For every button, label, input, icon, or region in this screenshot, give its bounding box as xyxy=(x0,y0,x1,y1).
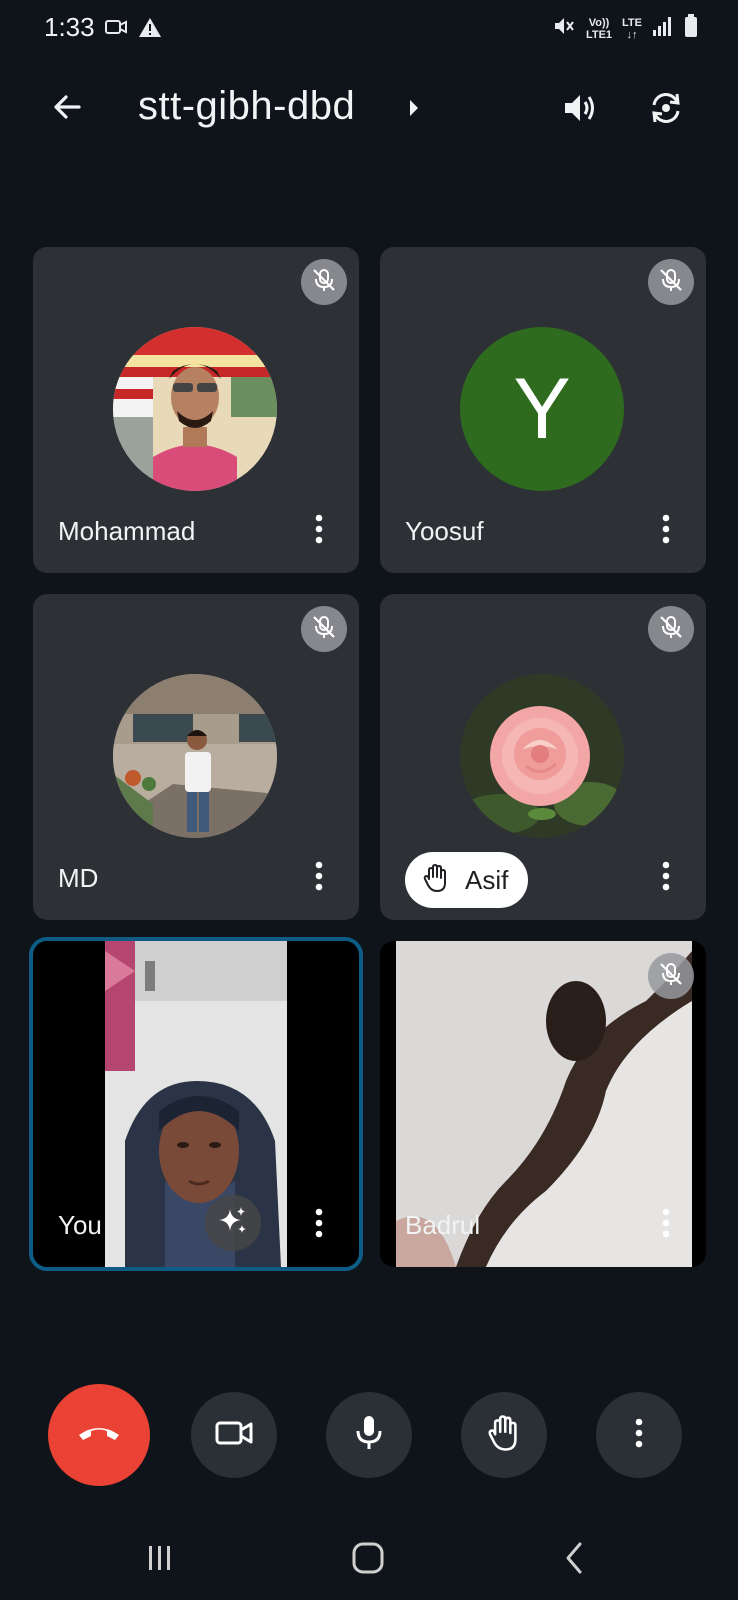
camera-toggle-button[interactable] xyxy=(191,1392,277,1478)
participant-name: Yoosuf xyxy=(405,516,484,546)
switch-camera-button[interactable] xyxy=(640,84,692,136)
participant-more-button[interactable] xyxy=(307,858,331,898)
nav-back-icon xyxy=(562,1541,586,1580)
muted-indicator xyxy=(648,259,694,305)
participant-name: MD xyxy=(58,863,99,893)
more-vert-icon xyxy=(315,1208,323,1243)
participant-tile[interactable]: MD xyxy=(33,594,359,920)
lte-icon: LTE ↓↑ xyxy=(622,16,642,41)
call-header: stt-gibh-dbd xyxy=(0,70,738,150)
volume-icon xyxy=(561,89,599,132)
mic-off-icon xyxy=(658,614,684,645)
meeting-code-title[interactable]: stt-gibh-dbd xyxy=(138,84,355,129)
mic-off-icon xyxy=(311,614,337,645)
more-options-button[interactable] xyxy=(596,1392,682,1478)
avatar: Y xyxy=(460,327,624,491)
participant-tile[interactable]: Badrul xyxy=(380,941,706,1267)
caret-right-icon[interactable] xyxy=(408,98,420,123)
videocam-icon xyxy=(214,1418,254,1453)
more-vert-icon xyxy=(315,514,323,549)
participant-name: Asif xyxy=(465,864,509,895)
participant-tile[interactable]: Y Yoosuf xyxy=(380,247,706,573)
participant-tile[interactable]: Asif xyxy=(380,594,706,920)
participant-more-button[interactable] xyxy=(654,858,678,898)
participant-name: Mohammad xyxy=(58,516,196,546)
more-vert-icon xyxy=(635,1418,643,1453)
volte-icon: Vo)) LTE1 xyxy=(585,16,613,41)
speaker-button[interactable] xyxy=(554,84,606,136)
participant-name: Badrul xyxy=(405,1210,481,1240)
avatar xyxy=(113,327,277,491)
more-vert-icon xyxy=(315,861,323,896)
effects-button[interactable] xyxy=(205,1195,261,1251)
participant-more-button[interactable] xyxy=(307,511,331,551)
muted-indicator xyxy=(301,259,347,305)
call-end-icon xyxy=(77,1423,121,1448)
warning-icon xyxy=(138,16,162,43)
home-button[interactable] xyxy=(338,1530,398,1590)
recents-icon xyxy=(145,1543,175,1578)
self-view-tile[interactable]: You xyxy=(29,937,363,1271)
participant-tile[interactable]: Mohammad xyxy=(33,247,359,573)
muted-indicator xyxy=(648,606,694,652)
video-record-icon xyxy=(104,17,128,42)
nav-back-button[interactable] xyxy=(544,1530,604,1590)
participant-more-button[interactable] xyxy=(654,511,678,551)
battery-icon xyxy=(684,14,698,43)
participant-more-button[interactable] xyxy=(307,1205,331,1245)
recents-button[interactable] xyxy=(130,1530,190,1590)
raise-hand-button[interactable] xyxy=(461,1392,547,1478)
signal-icon xyxy=(652,16,674,41)
system-nav-bar xyxy=(0,1520,738,1600)
arrow-back-icon xyxy=(51,91,83,128)
call-controls xyxy=(0,1384,738,1486)
back-button[interactable] xyxy=(44,86,90,132)
mute-icon xyxy=(552,14,576,43)
avatar xyxy=(113,674,277,838)
hand-icon xyxy=(423,863,449,898)
mic-off-icon xyxy=(658,267,684,298)
camera-switch-icon xyxy=(646,88,686,133)
hand-icon xyxy=(487,1414,521,1457)
mic-icon xyxy=(354,1414,384,1457)
more-vert-icon xyxy=(662,861,670,896)
mic-off-icon xyxy=(658,961,684,992)
muted-indicator xyxy=(648,953,694,999)
status-time: 1:33 xyxy=(44,12,95,42)
status-bar: 1:33 Vo)) LTE1 LTE ↓↑ xyxy=(0,0,738,56)
participant-name: You xyxy=(58,1210,102,1240)
more-vert-icon xyxy=(662,1208,670,1243)
avatar xyxy=(460,674,624,838)
muted-indicator xyxy=(301,606,347,652)
sparkle-icon xyxy=(217,1205,249,1242)
home-icon xyxy=(351,1541,385,1580)
participant-more-button[interactable] xyxy=(654,1205,678,1245)
mic-off-icon xyxy=(311,267,337,298)
hand-raised-badge: Asif xyxy=(405,852,529,908)
microphone-toggle-button[interactable] xyxy=(326,1392,412,1478)
end-call-button[interactable] xyxy=(48,1384,150,1486)
more-vert-icon xyxy=(662,514,670,549)
